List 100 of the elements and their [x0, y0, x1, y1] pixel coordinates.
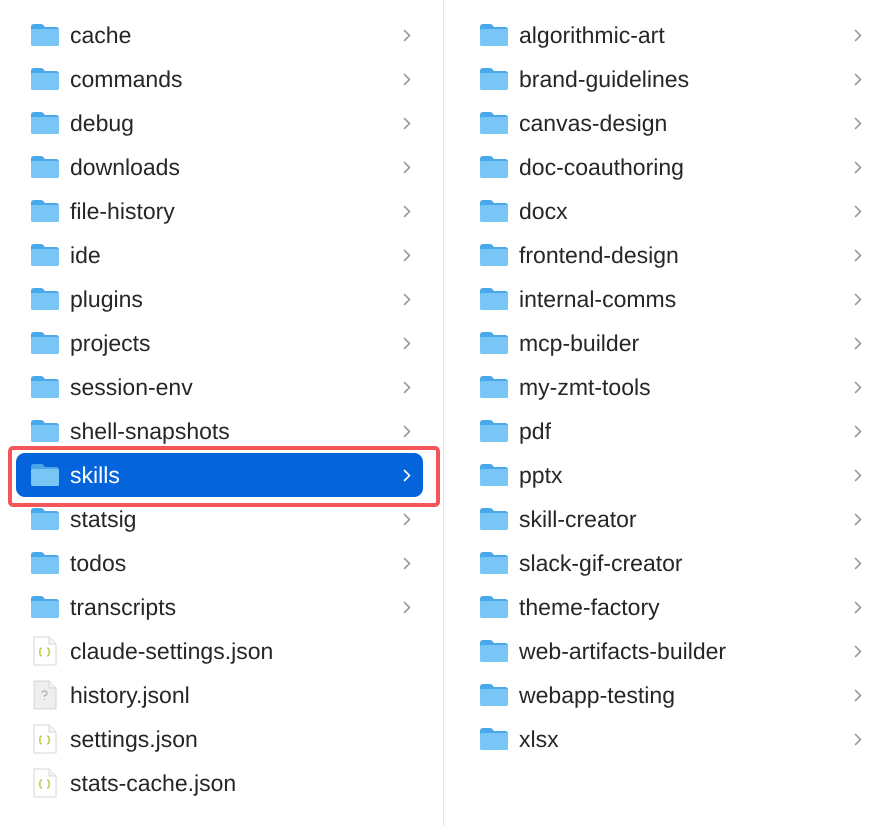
folder-row[interactable]: file-history [16, 189, 423, 233]
folder-name: frontend-design [519, 244, 680, 266]
file-name: settings.json [70, 728, 199, 750]
folder-row[interactable]: projects [16, 321, 423, 365]
file-row[interactable]: history.jsonl [16, 673, 423, 717]
json-file-icon [33, 724, 57, 754]
folder-name: docx [519, 200, 569, 222]
folder-icon [479, 727, 509, 751]
folder-name: brand-guidelines [519, 68, 690, 90]
folder-row[interactable]: statsig [16, 497, 423, 541]
folder-row[interactable]: pdf [465, 409, 874, 453]
chevron-icon [854, 688, 862, 702]
chevron-icon [854, 116, 862, 130]
folder-row[interactable]: transcripts [16, 585, 423, 629]
folder-icon [30, 111, 60, 135]
chevron-icon [403, 72, 411, 86]
folder-icon [479, 23, 509, 47]
folder-icon [479, 683, 509, 707]
chevron-icon [854, 28, 862, 42]
folder-name: downloads [70, 156, 181, 178]
folder-name: debug [70, 112, 135, 134]
folder-row[interactable]: xlsx [465, 717, 874, 761]
folder-name: plugins [70, 288, 144, 310]
folder-row[interactable]: canvas-design [465, 101, 874, 145]
folder-icon [479, 111, 509, 135]
folder-row[interactable]: cache [16, 13, 423, 57]
folder-row[interactable]: todos [16, 541, 423, 585]
chevron-icon [403, 336, 411, 350]
folder-row[interactable]: mcp-builder [465, 321, 874, 365]
folder-row[interactable]: skill-creator [465, 497, 874, 541]
folder-icon [479, 419, 509, 443]
folder-row[interactable]: ide [16, 233, 423, 277]
folder-icon [30, 155, 60, 179]
json-file-icon [33, 768, 57, 798]
folder-icon [479, 551, 509, 575]
folder-row[interactable]: frontend-design [465, 233, 874, 277]
folder-row[interactable]: webapp-testing [465, 673, 874, 717]
folder-row[interactable]: shell-snapshots [16, 409, 423, 453]
folder-name: web-artifacts-builder [519, 640, 728, 662]
file-name: stats-cache.json [70, 772, 238, 794]
folder-row[interactable]: plugins [16, 277, 423, 321]
folder-icon [479, 155, 509, 179]
chevron-icon [403, 380, 411, 394]
chevron-icon [854, 292, 862, 306]
folder-icon [479, 287, 509, 311]
file-row[interactable]: stats-cache.json [16, 761, 423, 805]
chevron-icon [403, 424, 411, 438]
folder-icon [479, 331, 509, 355]
folder-name: doc-coauthoring [519, 156, 685, 178]
folder-row[interactable]: internal-comms [465, 277, 874, 321]
folder-row[interactable]: theme-factory [465, 585, 874, 629]
chevron-icon [854, 336, 862, 350]
folder-row[interactable]: doc-coauthoring [465, 145, 874, 189]
chevron-icon [854, 424, 862, 438]
folder-row[interactable]: skills [16, 453, 423, 497]
folder-icon [30, 199, 60, 223]
folder-row[interactable]: debug [16, 101, 423, 145]
folder-row[interactable]: session-env [16, 365, 423, 409]
folder-row[interactable]: my-zmt-tools [465, 365, 874, 409]
folder-icon [479, 243, 509, 267]
file-name: claude-settings.json [70, 640, 274, 662]
chevron-icon [854, 72, 862, 86]
chevron-icon [403, 248, 411, 262]
folder-icon [30, 507, 60, 531]
folder-icon [479, 463, 509, 487]
chevron-icon [854, 248, 862, 262]
folder-name: slack-gif-creator [519, 552, 684, 574]
folder-row[interactable]: docx [465, 189, 874, 233]
folder-row[interactable]: pptx [465, 453, 874, 497]
folder-row[interactable]: downloads [16, 145, 423, 189]
chevron-icon [403, 292, 411, 306]
folder-name: todos [70, 552, 128, 574]
folder-icon [479, 67, 509, 91]
folder-name: internal-comms [519, 288, 678, 310]
folder-name: file-history [70, 200, 176, 222]
file-row[interactable]: claude-settings.json [16, 629, 423, 673]
folder-row[interactable]: commands [16, 57, 423, 101]
folder-name: ide [70, 244, 102, 266]
folder-icon [30, 551, 60, 575]
folder-row[interactable]: slack-gif-creator [465, 541, 874, 585]
folder-name: transcripts [70, 596, 178, 618]
folder-row[interactable]: web-artifacts-builder [465, 629, 874, 673]
file-name: history.jsonl [70, 684, 191, 706]
chevron-icon [403, 600, 411, 614]
folder-icon [30, 67, 60, 91]
chevron-icon [403, 556, 411, 570]
folder-row[interactable]: algorithmic-art [465, 13, 874, 57]
folder-icon [30, 23, 60, 47]
chevron-icon [854, 644, 862, 658]
folder-icon [30, 595, 60, 619]
folder-name: canvas-design [519, 112, 668, 134]
chevron-icon [403, 468, 411, 482]
folder-name: cache [70, 24, 132, 46]
file-row[interactable]: settings.json [16, 717, 423, 761]
folder-name: webapp-testing [519, 684, 676, 706]
folder-icon [30, 331, 60, 355]
chevron-icon [854, 556, 862, 570]
chevron-icon [854, 732, 862, 746]
folder-row[interactable]: brand-guidelines [465, 57, 874, 101]
chevron-icon [854, 600, 862, 614]
